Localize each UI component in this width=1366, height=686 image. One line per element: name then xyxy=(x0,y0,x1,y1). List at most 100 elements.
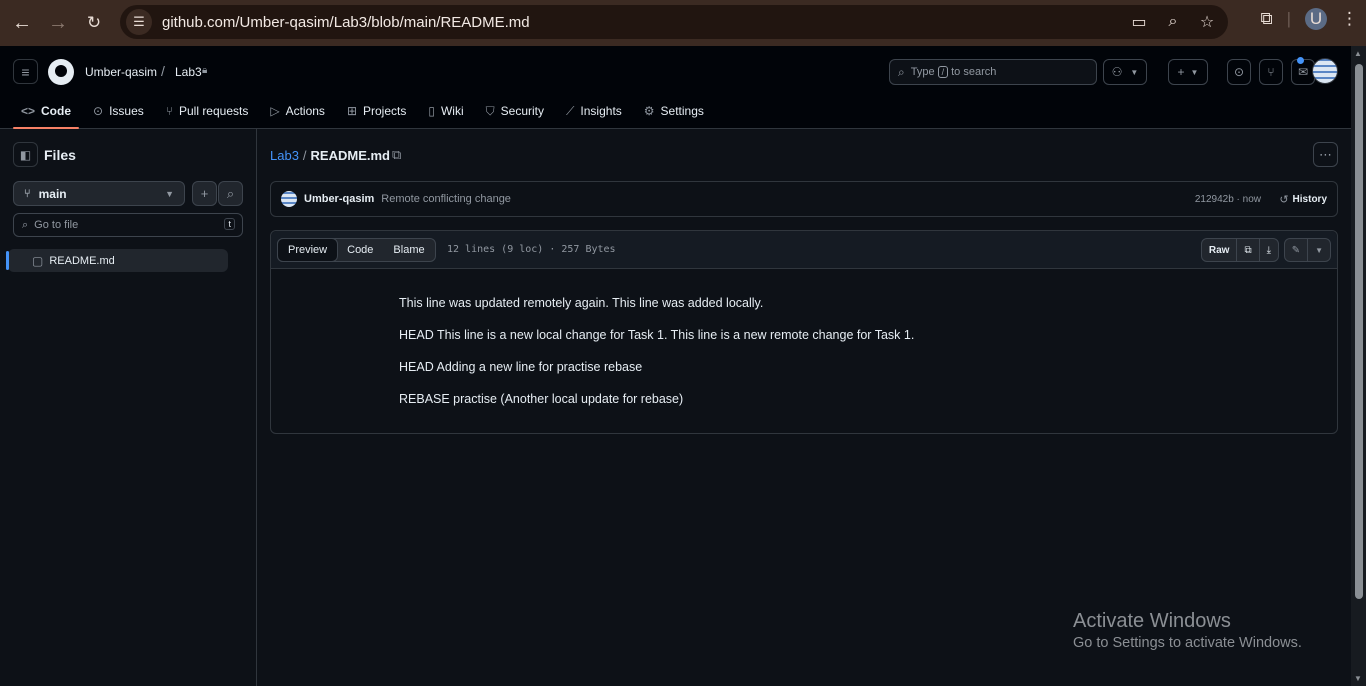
tree-item-readme[interactable]: ▢ README.md xyxy=(6,249,228,272)
pull-request-icon: ⑂ xyxy=(1267,65,1275,79)
file-header: Preview Code Blame 12 lines (9 loc) · 25… xyxy=(271,231,1337,269)
toolbar-divider: | xyxy=(1286,9,1291,28)
markdown-paragraph: This line was updated remotely again. Th… xyxy=(399,296,764,310)
profile-avatar[interactable]: U xyxy=(1305,8,1327,30)
latest-commit-bar: Umber-qasim Remote conflicting change 21… xyxy=(270,181,1338,217)
address-bar[interactable]: ☰ github.com/Umber-qasim/Lab3/blob/main/… xyxy=(120,5,1228,39)
reload-icon[interactable]: ↻ xyxy=(76,5,112,41)
add-file-button[interactable]: + xyxy=(192,181,217,206)
pull-requests-button[interactable]: ⑂ xyxy=(1259,59,1283,85)
search-files-button[interactable]: ⌕ xyxy=(218,181,243,206)
owner-link[interactable]: Umber-qasim xyxy=(85,65,157,79)
markdown-paragraph: HEAD This line is a new local change for… xyxy=(399,328,915,342)
tab-projects[interactable]: ⊞ Projects xyxy=(339,99,414,123)
search-shortcut-key: / xyxy=(937,66,949,78)
menu-icon[interactable]: ≡ xyxy=(13,59,38,84)
graph-icon: ⟋ xyxy=(566,103,575,118)
create-new-button[interactable]: + ▼ xyxy=(1168,59,1208,85)
tab-code-view[interactable]: Code xyxy=(337,239,383,261)
tab-insights[interactable]: ⟋ Insights xyxy=(558,99,630,123)
lock-icon: 🔒︎ xyxy=(202,65,208,76)
notification-dot xyxy=(1297,57,1304,64)
branch-icon: ⑂ xyxy=(24,187,31,200)
install-app-icon[interactable]: ▭ xyxy=(1126,9,1152,35)
copy-raw-icon[interactable]: ⧉ xyxy=(1237,239,1260,261)
watermark-title: Activate Windows xyxy=(1073,610,1231,632)
download-icon[interactable]: ⤓ xyxy=(1260,239,1278,261)
file-breadcrumb: Lab3 / README.md xyxy=(270,148,390,163)
search-icon: ⌕ xyxy=(22,218,29,231)
commit-author[interactable]: Umber-qasim xyxy=(304,193,374,205)
files-heading: Files xyxy=(44,147,76,163)
back-icon[interactable]: ← xyxy=(4,5,40,41)
issue-icon: ⊙ xyxy=(1233,65,1245,79)
scroll-up-icon[interactable]: ▲ xyxy=(1354,49,1362,58)
watermark-subtitle: Go to Settings to activate Windows. xyxy=(1073,635,1302,651)
zoom-icon[interactable]: ⌕ xyxy=(1160,9,1186,35)
file-tree-sidebar: ◧ Files ⑂ main ▼ + ⌕ ⌕ Go to file t ▢ RE… xyxy=(0,129,257,686)
tab-security[interactable]: ⛉ Security xyxy=(478,99,552,123)
url-text[interactable]: github.com/Umber-qasim/Lab3/blob/main/RE… xyxy=(162,14,530,31)
issues-button[interactable]: ⊙ xyxy=(1227,59,1251,85)
commit-message[interactable]: Remote conflicting change xyxy=(381,193,511,205)
site-info-icon[interactable]: ☰ xyxy=(126,9,152,35)
commit-sha-time[interactable]: 212942b · now xyxy=(1195,194,1261,205)
file-viewer: Preview Code Blame 12 lines (9 loc) · 25… xyxy=(270,230,1338,434)
tab-issues[interactable]: ⊙ Issues xyxy=(85,99,152,123)
browser-toolbar: ← → ↻ ☰ github.com/Umber-qasim/Lab3/blob… xyxy=(0,0,1366,46)
forward-icon[interactable]: → xyxy=(40,5,76,41)
plus-icon: + xyxy=(1177,65,1185,79)
tab-wiki[interactable]: ▯ Wiki xyxy=(420,99,471,123)
github-header: ≡ Umber-qasim / Lab3 🔒︎ ⌕ Type / to sear… xyxy=(0,46,1366,129)
history-button[interactable]: ↺ History xyxy=(1279,193,1327,206)
extensions-icon[interactable]: ⧉ xyxy=(1260,9,1272,29)
github-logo-icon[interactable] xyxy=(48,59,74,85)
chevron-down-icon: ▼ xyxy=(1130,67,1139,77)
chevron-down-icon: ▼ xyxy=(1190,67,1199,77)
tab-blame[interactable]: Blame xyxy=(383,239,434,261)
pull-request-icon: ⑂ xyxy=(165,104,173,118)
scrollbar-thumb[interactable] xyxy=(1355,64,1363,599)
edit-pencil-icon[interactable]: ✎ xyxy=(1285,239,1309,261)
repo-link[interactable]: Lab3 xyxy=(175,65,202,79)
search-icon: ⌕ xyxy=(226,185,235,201)
tab-code[interactable]: <> Code xyxy=(13,99,80,129)
tab-pull-requests[interactable]: ⑂ Pull requests xyxy=(158,99,257,123)
tab-settings[interactable]: ⚙ Settings xyxy=(636,99,712,123)
collapse-sidebar-icon[interactable]: ◧ xyxy=(13,142,38,167)
markdown-body: This line was updated remotely again. Th… xyxy=(399,296,914,424)
chevron-down-icon: ▼ xyxy=(165,188,174,199)
copilot-icon: ⚇ xyxy=(1111,65,1123,79)
raw-button[interactable]: Raw xyxy=(1202,239,1238,261)
copy-path-icon[interactable]: ⧉ xyxy=(392,147,401,163)
browser-menu-icon[interactable]: ⋮ xyxy=(1341,9,1358,29)
more-options-icon[interactable]: ⋯ xyxy=(1313,142,1338,167)
user-avatar[interactable] xyxy=(1312,58,1338,84)
repo-nav-tabs: <> Code ⊙ Issues ⑂ Pull requests ▷ Actions ⊞… xyxy=(13,99,718,129)
breadcrumb-repo-link[interactable]: Lab3 xyxy=(270,148,299,163)
chevron-down-icon[interactable]: ▼ xyxy=(1308,239,1330,261)
table-icon: ⊞ xyxy=(346,104,357,118)
page-scrollbar[interactable]: ▲ ▼ xyxy=(1351,46,1366,686)
markdown-paragraph: REBASE practise (Another local update fo… xyxy=(399,392,684,406)
issue-icon: ⊙ xyxy=(93,104,104,118)
book-icon: ▯ xyxy=(428,104,435,118)
view-mode-toggle: Preview Code Blame xyxy=(277,238,436,262)
tab-preview[interactable]: Preview xyxy=(277,238,339,262)
code-icon: <> xyxy=(21,104,36,118)
branch-selector[interactable]: ⑂ main ▼ xyxy=(13,181,185,206)
file-action-group: Raw ⧉ ⤓ xyxy=(1200,238,1279,262)
bookmark-star-icon[interactable]: ☆ xyxy=(1194,9,1220,35)
copilot-button[interactable]: ⚇ ▼ xyxy=(1103,59,1147,85)
go-to-file-input[interactable]: ⌕ Go to file t xyxy=(13,213,243,237)
edit-action-group: ✎ ▼ xyxy=(1283,238,1331,262)
gear-icon: ⚙ xyxy=(643,104,655,118)
activate-windows-watermark: Activate Windows Go to Settings to activ… xyxy=(1073,610,1302,651)
avatar[interactable] xyxy=(281,191,297,207)
tab-actions[interactable]: ▷ Actions xyxy=(262,99,333,123)
breadcrumb-file-name: README.md xyxy=(310,148,390,163)
shield-icon: ⛉ xyxy=(485,103,495,118)
scroll-down-icon[interactable]: ▼ xyxy=(1354,674,1362,683)
search-input[interactable]: ⌕ Type / to search xyxy=(889,59,1097,85)
file-stats: 12 lines (9 loc) · 257 Bytes xyxy=(447,244,616,255)
